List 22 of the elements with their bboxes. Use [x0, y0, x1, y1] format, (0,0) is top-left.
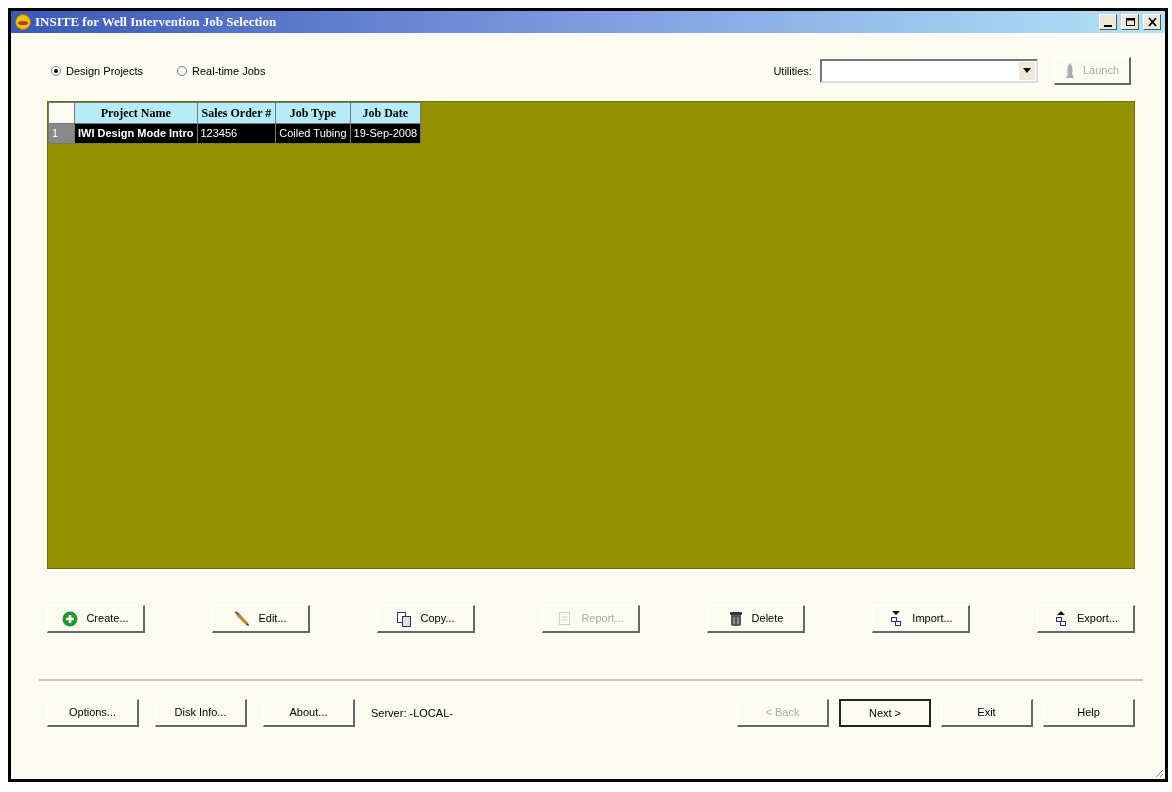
column-header: Job Date	[350, 102, 421, 124]
action-button[interactable]: Create...	[47, 605, 145, 633]
footer-button[interactable]: Options...	[47, 699, 139, 727]
action-button[interactable]: Import...	[872, 605, 970, 633]
column-header: Job Type	[275, 102, 351, 124]
nav-button[interactable]: Next >	[839, 699, 931, 727]
nav-button[interactable]: Exit	[941, 699, 1033, 727]
radio-label[interactable]: Real-time Jobs	[192, 62, 266, 80]
footer-button[interactable]: About...	[263, 699, 355, 727]
radio-label[interactable]: Design Projects	[66, 62, 144, 80]
server-label: Server: -LOCAL-	[371, 705, 453, 721]
row-number: 1	[48, 123, 75, 143]
window-title: INSITE for Well Intervention Job Selection	[35, 13, 278, 32]
action-button[interactable]: Export...	[1037, 605, 1135, 633]
action-button[interactable]: Edit...	[212, 605, 310, 633]
column-header: Project Name	[74, 102, 197, 124]
action-button[interactable]: Delete	[707, 605, 805, 633]
footer-button[interactable]: Disk Info...	[155, 699, 247, 727]
column-header: Sales Order #	[197, 102, 276, 124]
action-button[interactable]: Copy...	[377, 605, 475, 633]
nav-button[interactable]: Help	[1043, 699, 1135, 727]
utilities-label: Utilities:	[773, 63, 812, 79]
